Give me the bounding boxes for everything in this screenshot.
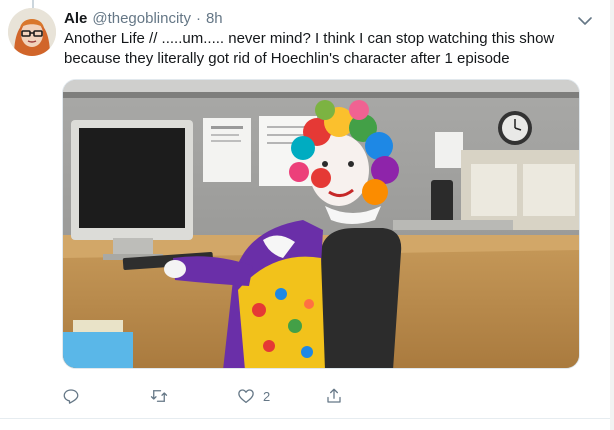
tweet-actions: 2 [62, 384, 412, 408]
tweet-text: Another Life // .....um..... never mind?… [64, 30, 555, 67]
separator-dot: · [195, 10, 201, 27]
like-icon [238, 389, 254, 404]
avatar-image [8, 8, 56, 56]
reply-button[interactable] [62, 387, 150, 405]
tweet-card[interactable]: Ale @thegoblincity · 8h Another Life // … [0, 0, 614, 430]
user-handle[interactable]: @thegoblincity [92, 9, 191, 29]
timestamp[interactable]: 8h [206, 9, 223, 29]
tweet-divider [0, 418, 614, 419]
retweet-button[interactable] [150, 387, 238, 405]
clown-office-photo [63, 80, 579, 368]
scrollbar[interactable] [610, 0, 614, 430]
like-count: 2 [263, 388, 271, 404]
display-name[interactable]: Ale [64, 9, 87, 29]
avatar[interactable] [8, 8, 56, 56]
retweet-icon [150, 390, 167, 402]
like-button[interactable]: 2 [237, 387, 325, 405]
chevron-down-icon[interactable] [576, 12, 594, 30]
reply-icon [63, 389, 79, 404]
tweet-header: Ale @thegoblincity · 8h [64, 8, 598, 30]
share-icon [326, 388, 341, 403]
tweet-media[interactable] [62, 79, 580, 369]
thread-line [32, 0, 34, 8]
share-button[interactable] [325, 387, 413, 405]
